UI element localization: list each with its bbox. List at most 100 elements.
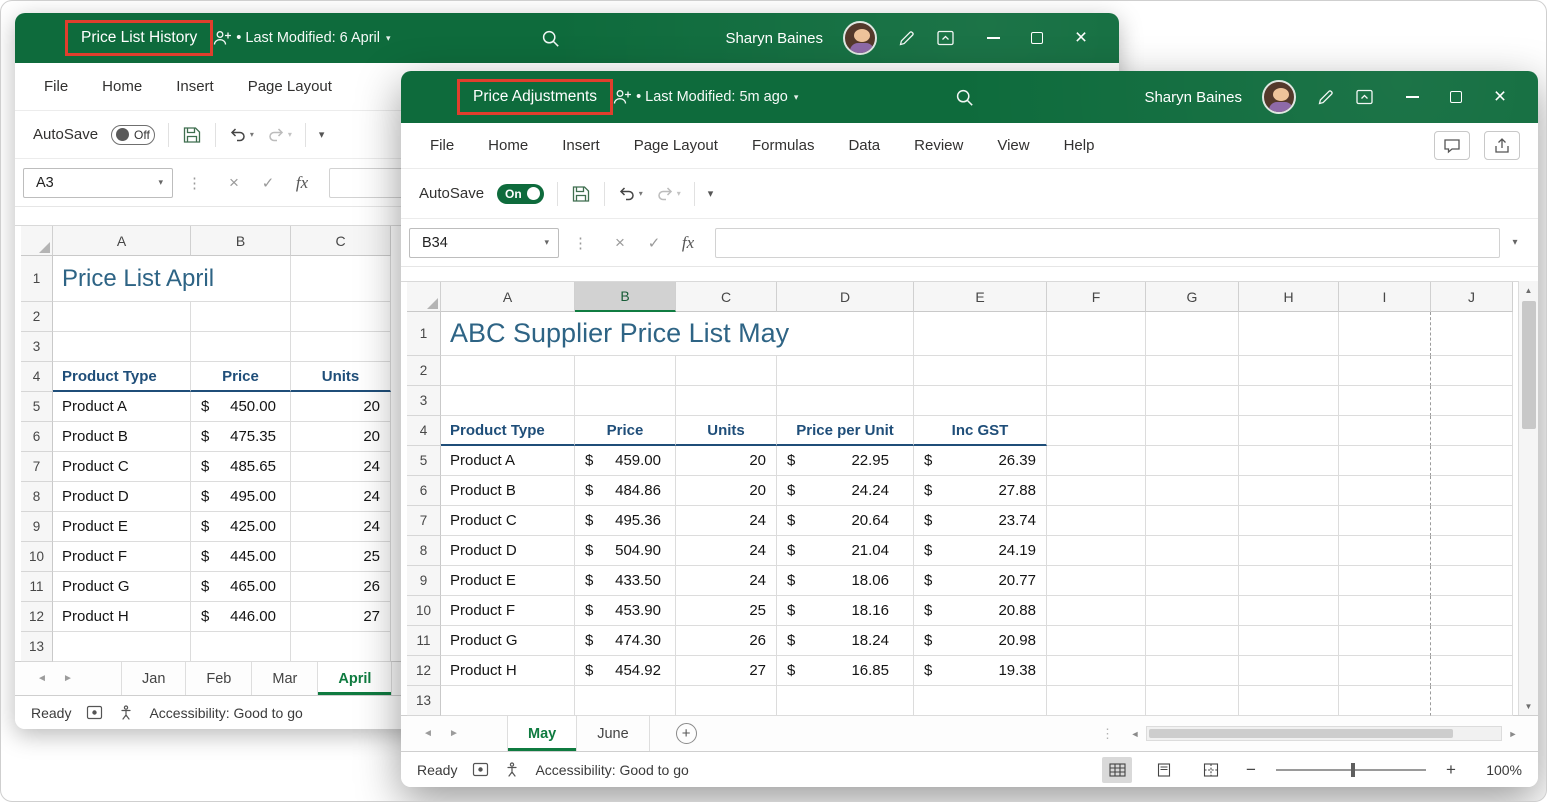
cell-price-5[interactable]: $450.00: [191, 392, 291, 422]
zoom-slider-thumb[interactable]: [1351, 763, 1355, 777]
cell-inc_gst-5[interactable]: $26.39: [914, 446, 1047, 476]
sheet-title-cell[interactable]: ABC Supplier Price List May: [441, 312, 914, 356]
cell-I13[interactable]: [1339, 686, 1431, 716]
cell-units-7[interactable]: 24: [676, 506, 777, 536]
row-header-9[interactable]: 9: [407, 566, 441, 596]
cell-J2[interactable]: [1431, 356, 1513, 386]
cell-price-6[interactable]: $475.35: [191, 422, 291, 452]
cell-inc_gst-12[interactable]: $19.38: [914, 656, 1047, 686]
redo-icon[interactable]: ▾: [267, 127, 292, 142]
sheet-tab-june[interactable]: June: [577, 716, 649, 751]
splitter-handle-icon[interactable]: ⋮: [1101, 726, 1114, 742]
cell-J1[interactable]: [1431, 312, 1513, 356]
close-button[interactable]: ×: [1478, 72, 1522, 122]
row-header-1[interactable]: 1: [407, 312, 441, 356]
row-header-4[interactable]: 4: [407, 416, 441, 446]
maximize-button[interactable]: [1434, 72, 1478, 122]
cell-F5[interactable]: [1047, 446, 1146, 476]
cell-J13[interactable]: [1431, 686, 1513, 716]
sheet-tab-april[interactable]: April: [318, 662, 392, 695]
row-header-13[interactable]: 13: [407, 686, 441, 716]
cell-product-5[interactable]: Product A: [53, 392, 191, 422]
cell-F4[interactable]: [1047, 416, 1146, 446]
ribbon-tab-formulas[interactable]: Formulas: [735, 131, 832, 160]
cell-inc_gst-10[interactable]: $20.88: [914, 596, 1047, 626]
back-last-modified[interactable]: • Last Modified: 6 April: [236, 30, 380, 46]
cell-product-10[interactable]: Product F: [53, 542, 191, 572]
sheet-nav-left-icon[interactable]: ◄: [29, 673, 55, 684]
cell-units-5[interactable]: 20: [291, 392, 391, 422]
cell-price_per_unit-7[interactable]: $20.64: [777, 506, 914, 536]
cell-units-10[interactable]: 25: [291, 542, 391, 572]
front-last-modified[interactable]: • Last Modified: 5m ago: [636, 89, 788, 105]
macro-record-icon[interactable]: [472, 762, 489, 777]
table-header-price[interactable]: Price: [575, 416, 676, 446]
ribbon-tab-home[interactable]: Home: [471, 131, 545, 160]
cell-D2[interactable]: [777, 356, 914, 386]
cell-G1[interactable]: [1146, 312, 1239, 356]
cell-product-5[interactable]: Product A: [441, 446, 575, 476]
cell-price_per_unit-5[interactable]: $22.95: [777, 446, 914, 476]
cell-F6[interactable]: [1047, 476, 1146, 506]
row-header-9[interactable]: 9: [21, 512, 53, 542]
ribbon-tab-file[interactable]: File: [27, 72, 85, 101]
column-header-A[interactable]: A: [53, 226, 191, 256]
ribbon-tab-help[interactable]: Help: [1047, 131, 1112, 160]
cell-inc_gst-11[interactable]: $20.98: [914, 626, 1047, 656]
cell-units-12[interactable]: 27: [676, 656, 777, 686]
cell-B13[interactable]: [191, 632, 291, 662]
row-header-7[interactable]: 7: [407, 506, 441, 536]
cell-I10[interactable]: [1339, 596, 1431, 626]
chevron-down-icon[interactable]: ▾: [535, 237, 558, 248]
ribbon-tab-insert[interactable]: Insert: [159, 72, 231, 101]
column-header-D[interactable]: D: [777, 282, 914, 312]
cell-G11[interactable]: [1146, 626, 1239, 656]
cell-B13[interactable]: [575, 686, 676, 716]
insert-function-icon[interactable]: fx: [285, 173, 319, 193]
row-header-6[interactable]: 6: [21, 422, 53, 452]
cell-price-5[interactable]: $459.00: [575, 446, 676, 476]
cell-A2[interactable]: [441, 356, 575, 386]
cell-E3[interactable]: [914, 386, 1047, 416]
cell-A2[interactable]: [53, 302, 191, 332]
vertical-scrollbar[interactable]: ▲ ▼: [1518, 281, 1538, 715]
cancel-entry-icon[interactable]: ×: [603, 233, 637, 253]
cell-F9[interactable]: [1047, 566, 1146, 596]
cell-inc_gst-9[interactable]: $20.77: [914, 566, 1047, 596]
cell-I2[interactable]: [1339, 356, 1431, 386]
horizontal-scroll-track[interactable]: [1146, 726, 1502, 741]
sheet-title-cell[interactable]: Price List April: [53, 256, 291, 302]
name-box[interactable]: B34 ▾: [409, 228, 559, 258]
vertical-scroll-thumb[interactable]: [1522, 301, 1536, 429]
page-break-view-icon[interactable]: [1196, 757, 1226, 783]
search-icon[interactable]: [955, 88, 974, 107]
minimize-button[interactable]: [1390, 72, 1434, 122]
cell-J6[interactable]: [1431, 476, 1513, 506]
cell-units-8[interactable]: 24: [676, 536, 777, 566]
insert-function-icon[interactable]: fx: [671, 233, 705, 253]
cell-H2[interactable]: [1239, 356, 1339, 386]
cell-D13[interactable]: [777, 686, 914, 716]
cell-A3[interactable]: [441, 386, 575, 416]
scroll-up-icon[interactable]: ▲: [1519, 281, 1538, 299]
cell-F13[interactable]: [1047, 686, 1146, 716]
qat-more-icon[interactable]: ▾: [319, 128, 325, 141]
cell-units-9[interactable]: 24: [676, 566, 777, 596]
cell-C13[interactable]: [676, 686, 777, 716]
table-header-inc-gst[interactable]: Inc GST: [914, 416, 1047, 446]
cell-units-11[interactable]: 26: [676, 626, 777, 656]
cell-H7[interactable]: [1239, 506, 1339, 536]
scroll-down-icon[interactable]: ▼: [1519, 697, 1538, 715]
cell-price_per_unit-6[interactable]: $24.24: [777, 476, 914, 506]
cell-G4[interactable]: [1146, 416, 1239, 446]
cell-F10[interactable]: [1047, 596, 1146, 626]
sheet-tab-may[interactable]: May: [507, 716, 577, 751]
cell-price-8[interactable]: $495.00: [191, 482, 291, 512]
column-header-C[interactable]: C: [676, 282, 777, 312]
cell-H10[interactable]: [1239, 596, 1339, 626]
sheet-tab-mar[interactable]: Mar: [252, 662, 318, 695]
row-header-2[interactable]: 2: [407, 356, 441, 386]
cell-J7[interactable]: [1431, 506, 1513, 536]
vertical-scroll-track[interactable]: [1519, 299, 1538, 697]
cell-price_per_unit-12[interactable]: $16.85: [777, 656, 914, 686]
